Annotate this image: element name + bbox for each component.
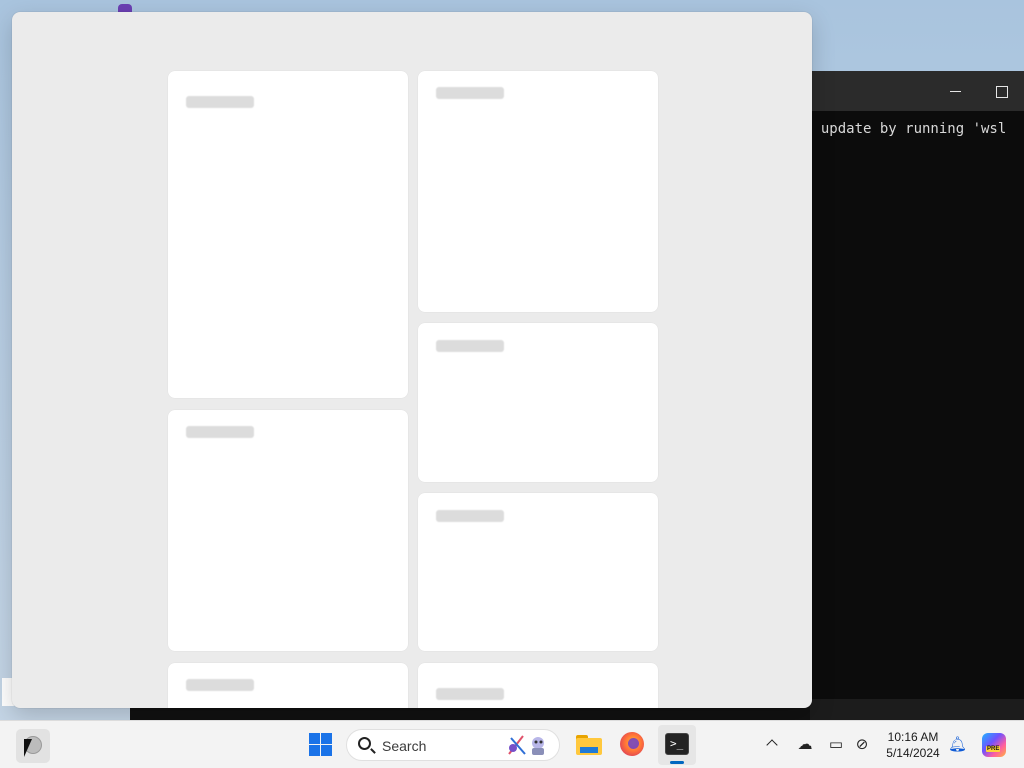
firefox-icon[interactable] — [620, 732, 644, 756]
clock-time: 10:16 AM — [887, 730, 939, 744]
minimize-icon[interactable] — [945, 81, 965, 101]
clock-date: 5/14/2024 — [886, 746, 940, 760]
widget-card[interactable] — [168, 663, 408, 708]
widget-card[interactable] — [418, 663, 658, 708]
maximize-icon[interactable] — [991, 81, 1011, 101]
terminal-icon[interactable]: >_ — [665, 733, 689, 755]
running-indicator — [670, 761, 684, 764]
onedrive-offline-icon[interactable]: ☁ — [795, 735, 815, 753]
start-button[interactable] — [307, 731, 335, 759]
firefox-globe — [628, 738, 639, 749]
loading-placeholder — [186, 426, 254, 438]
loading-placeholder — [436, 688, 504, 700]
copilot-icon[interactable]: PRE — [982, 733, 1006, 757]
terminal-titlebar[interactable] — [790, 71, 1024, 111]
search-icon — [358, 737, 371, 750]
search-highlight-icon — [508, 735, 544, 755]
clock[interactable]: 10:16 AM 5/14/2024 — [880, 729, 946, 761]
widget-card[interactable] — [168, 410, 408, 651]
terminal-window[interactable]: n update by running 'wsl — [790, 71, 1024, 721]
widgets-panel[interactable] — [12, 12, 812, 708]
show-hidden-icons-chevron-icon[interactable] — [766, 737, 778, 749]
file-explorer-icon[interactable] — [576, 733, 602, 755]
loading-placeholder — [436, 340, 504, 352]
network-icon[interactable]: ⊘ — [852, 735, 872, 753]
taskbar: Search >_ ☁ ▭ ⊘ 10:16 AM 5/14/2024 🔔︎ PR… — [0, 720, 1024, 768]
display-icon[interactable]: ▭ — [826, 735, 846, 753]
background-window-edge — [130, 707, 810, 720]
loading-placeholder — [186, 96, 254, 108]
loading-placeholder — [436, 510, 504, 522]
windows-logo-icon — [321, 745, 332, 756]
widget-card[interactable] — [168, 71, 408, 398]
windows-logo-icon — [321, 733, 332, 744]
loading-placeholder — [436, 87, 504, 99]
notification-bell-icon[interactable]: 🔔︎ — [948, 735, 967, 753]
terminal-bottom-strip — [790, 699, 1024, 721]
windows-logo-icon — [309, 733, 320, 744]
widget-card[interactable] — [418, 493, 658, 651]
mouse-cursor-icon — [24, 739, 32, 757]
folder-icon-part — [580, 747, 598, 753]
terminal-prompt-icon: >_ — [670, 737, 684, 750]
loading-placeholder — [186, 679, 254, 691]
widget-card[interactable] — [418, 323, 658, 482]
windows-logo-icon — [309, 745, 320, 756]
widgets-button[interactable] — [16, 729, 50, 763]
search-box[interactable]: Search — [346, 729, 560, 761]
copilot-preview-badge: PRE — [986, 746, 1001, 752]
search-placeholder: Search — [382, 738, 427, 754]
widget-card[interactable] — [418, 71, 658, 312]
terminal-output: n update by running 'wsl — [804, 121, 1007, 137]
